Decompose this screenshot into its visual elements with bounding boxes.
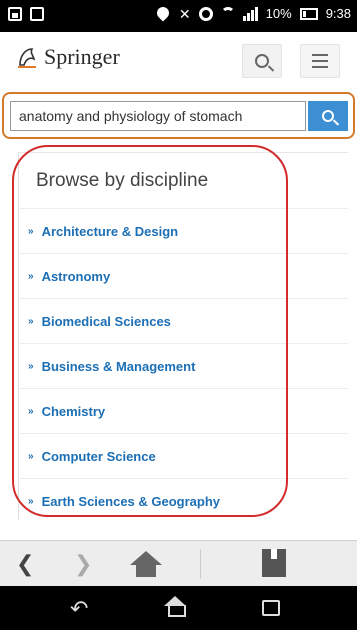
discipline-link[interactable]: » Earth Sciences & Geography (18, 478, 348, 523)
menu-icon (312, 54, 328, 68)
chevron-right-icon: » (28, 450, 34, 462)
home-icon[interactable] (126, 551, 166, 579)
search-submit-button[interactable] (308, 101, 348, 131)
clock: 9:38 (325, 6, 351, 21)
chevron-right-icon: » (28, 495, 34, 507)
chevron-right-icon: » (28, 315, 34, 327)
battery-icon (299, 7, 318, 20)
system-nav-bar: ↶ (0, 586, 357, 630)
gallery-notification-icon (8, 7, 22, 21)
discipline-link[interactable]: » Biomedical Sciences (18, 298, 348, 343)
forward-icon[interactable]: ❯ (74, 551, 92, 577)
mute-icon: ✕ (178, 5, 191, 22)
header-menu-button[interactable] (300, 44, 340, 78)
search-icon (322, 110, 334, 122)
chevron-right-icon: » (28, 225, 34, 237)
recent-apps-icon[interactable] (262, 600, 280, 616)
springer-logo[interactable]: Springer (16, 44, 120, 70)
discipline-link[interactable]: » Computer Science (18, 433, 348, 478)
signal-icon (242, 6, 258, 21)
toolbar-divider (200, 549, 201, 579)
discipline-link[interactable]: » Astronomy (18, 253, 348, 298)
header-search-button[interactable] (242, 44, 282, 78)
browse-title: Browse by discipline (36, 170, 209, 191)
battery-percent: 10% (265, 6, 292, 21)
chevron-right-icon: » (28, 405, 34, 417)
sync-icon (198, 6, 213, 21)
browser-toolbar: ❮ ❯ (0, 540, 357, 586)
wifi-icon (220, 6, 235, 21)
search-input[interactable]: anatomy and physiology of stomach (10, 101, 306, 131)
discipline-link[interactable]: » Business & Management (18, 343, 348, 388)
back-icon[interactable]: ❮ (16, 551, 34, 577)
discipline-link[interactable]: » Chemistry (18, 388, 348, 433)
search-icon (255, 54, 269, 68)
system-home-icon[interactable] (164, 596, 186, 618)
chevron-right-icon: » (28, 270, 34, 282)
site-header: Springer (0, 32, 357, 84)
discipline-link[interactable]: » Architecture & Design (18, 208, 348, 253)
heart-icon (154, 4, 172, 21)
bookmark-icon[interactable] (262, 549, 286, 577)
status-bar: ✕ 10% 9:38 (0, 0, 357, 32)
system-back-icon[interactable]: ↶ (70, 596, 88, 622)
logo-text: Springer (44, 44, 120, 69)
chevron-right-icon: » (28, 360, 34, 372)
checkbox-notification-icon (30, 7, 44, 21)
discipline-list: » Architecture & Design » Astronomy » Biome… (18, 208, 348, 523)
springer-horse-icon (16, 45, 38, 69)
